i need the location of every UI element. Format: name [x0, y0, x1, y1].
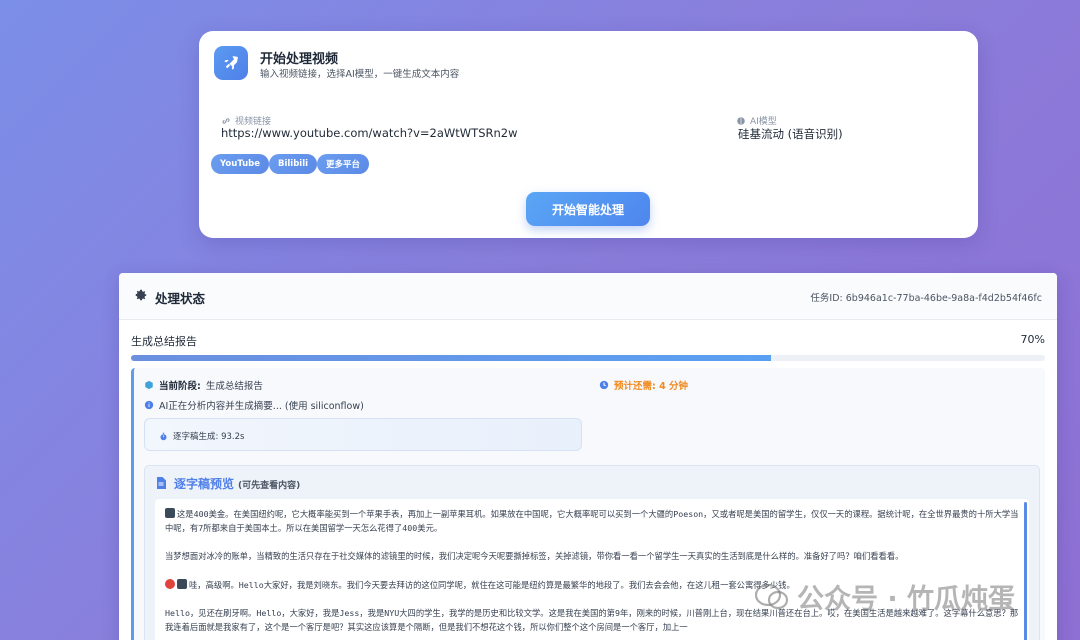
stopwatch-icon — [160, 432, 167, 440]
progress-percent: 70% — [1020, 333, 1045, 346]
red-emoji-icon — [165, 578, 175, 589]
status-title: 处理状态 — [155, 291, 206, 306]
rocket-icon — [214, 46, 248, 80]
transcript-text[interactable]: 这是400美金。在美国纽约呢，它大概率能买到一个苹果手表，再加上一副苹果耳机。如… — [155, 499, 1029, 640]
transcript-paragraph: 当梦想面对冰冷的账单，当精致的生活只存在于社交媒体的滤镜里的时候，我们决定呢今天… — [165, 551, 904, 562]
card-title: 开始处理视频 — [260, 52, 339, 67]
progress-bar — [131, 355, 1045, 361]
model-select[interactable]: 硅基流动 (语音识别) — [738, 126, 843, 142]
platform-chip-bilibili[interactable]: Bilibili — [269, 154, 318, 174]
url-input[interactable]: https://www.youtube.com/watch?v=2aWtWTSR… — [221, 126, 518, 140]
camera-emoji-icon — [165, 508, 175, 518]
link-icon — [222, 117, 230, 124]
brain-icon — [737, 116, 745, 125]
transcript-time-box: 逐字稿生成: 93.2s — [144, 418, 582, 451]
preview-title: 逐字稿预览 (可先查看内容) — [174, 477, 301, 491]
transcript-scrollbar[interactable] — [1024, 502, 1027, 640]
progress-stage-label: 生成总结报告 — [131, 335, 197, 348]
start-processing-button[interactable]: 开始智能处理 — [526, 192, 650, 226]
preview-hint: (可先查看内容) — [238, 481, 301, 491]
cube-icon — [145, 380, 153, 390]
clock-icon — [599, 380, 609, 390]
document-icon — [157, 477, 166, 489]
platform-chip-more[interactable]: 更多平台 — [317, 154, 370, 174]
transcript-paragraph: 这是400美金。在美国纽约呢，它大概率能买到一个苹果手表，再加上一副苹果耳机。如… — [165, 508, 1019, 534]
watermark: 公众号 · 竹瓜炖蛋 — [754, 577, 1016, 616]
status-header: 处理状态 任务ID: 6b946a1c-77ba-46be-9a8a-f4d2b… — [119, 273, 1057, 320]
process-video-card: 开始处理视频 输入视频链接，选择AI模型，一键生成文本内容 视频链接 https… — [199, 31, 978, 238]
wechat-icon — [754, 583, 789, 610]
eta: 预计还需: 4 分钟 — [599, 378, 688, 392]
task-id: 任务ID: 6b946a1c-77ba-46be-9a8a-f4d2b54f46… — [810, 293, 1042, 304]
ai-note: AI正在分析内容并生成摘要... (使用 siliconflow) — [144, 398, 364, 412]
camera-emoji-icon — [177, 578, 187, 589]
card-subtitle: 输入视频链接，选择AI模型，一键生成文本内容 — [260, 69, 460, 80]
gear-icon — [135, 289, 147, 301]
watermark-text: 公众号 · 竹瓜炖蛋 — [797, 584, 1016, 615]
platform-chip-youtube[interactable]: YouTube — [211, 154, 270, 174]
progress-fill — [131, 355, 771, 361]
current-stage: 当前阶段: 生成总结报告 — [144, 378, 263, 392]
transcript-time: 逐字稿生成: 93.2s — [173, 432, 245, 442]
info-icon — [144, 400, 154, 410]
